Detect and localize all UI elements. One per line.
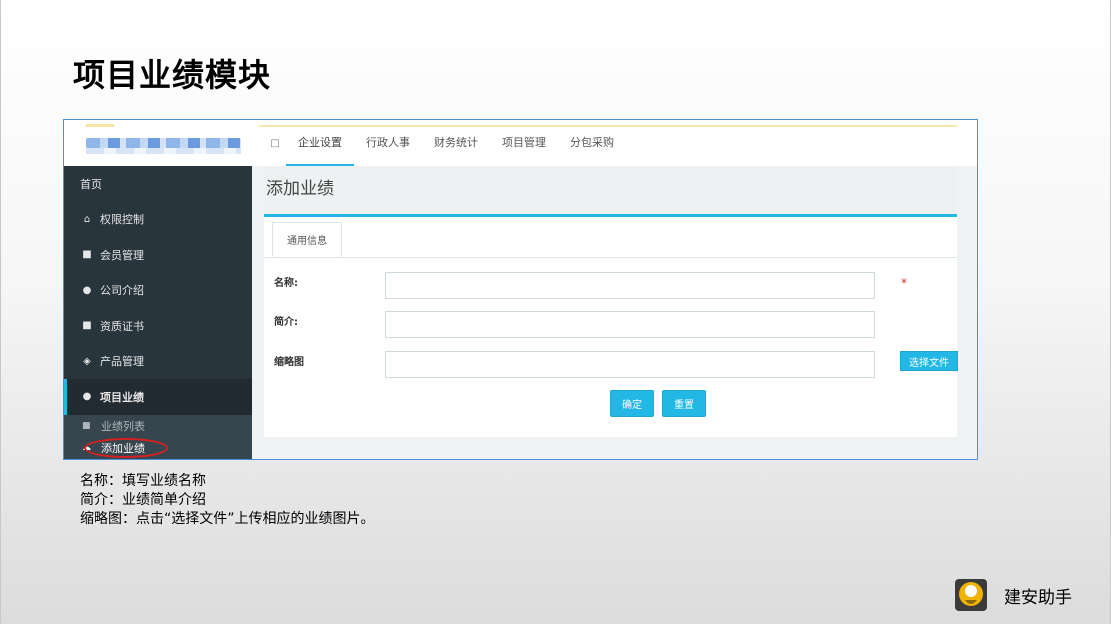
nav-item-hr[interactable]: 行政人事 [354,120,422,166]
tag-icon: ◈ [83,355,91,367]
square-icon[interactable]: □ [264,120,286,166]
comment-icon: ■ [82,320,92,332]
sidebar-item-label: 项目业绩 [100,390,144,404]
page-header: 添加业绩 [264,166,957,217]
sidebar-item-members[interactable]: ■ 会员管理 [64,237,252,273]
sidebar-subitem-label: 业绩列表 [101,419,145,433]
highlight-circle [84,438,168,458]
tab-general-info[interactable]: 通用信息 [272,222,342,257]
nav-item-procurement[interactable]: 分包采购 [558,120,626,166]
tab-bar: 通用信息 [264,217,957,258]
sidebar-item-label: 资质证书 [100,319,144,333]
nav-item-enterprise-settings[interactable]: 企业设置 [286,120,354,166]
note-line-thumbnail: 缩略图：点击“选择文件”上传相应的业绩图片。 [80,511,375,527]
required-mark: * [901,276,907,290]
top-bar: □ 企业设置 行政人事 财务统计 项目管理 分包采购 [64,120,977,166]
sidebar-item-company[interactable]: ● 公司介绍 [64,273,252,309]
sidebar-item-label: 权限控制 [100,213,144,227]
note-line-intro: 简介：业绩简单介绍 [80,492,206,508]
brand-logo-blurred [64,120,252,166]
comment-icon: ■ [82,420,91,431]
brand-name: 建安助手 [1004,588,1072,608]
sidebar: 首页 ⌂ 权限控制 ■ 会员管理 ● 公司介绍 ■ 资质证书 ◈ 产品管理 ● … [64,166,252,459]
note-line-name: 名称：填写业绩名称 [80,473,206,489]
sidebar-item-home[interactable]: 首页 [64,166,252,202]
page-title: 添加业绩 [266,179,334,199]
form-panel: 通用信息 名称: * 简介: 缩略图 选择文件 确定 重置 [264,217,958,437]
home-icon: ⌂ [83,213,91,225]
app-screenshot: □ 企业设置 行政人事 财务统计 项目管理 分包采购 首页 ⌂ 权限控制 ■ 会… [63,119,978,460]
reset-button[interactable]: 重置 [662,390,706,417]
sidebar-item-label: 会员管理 [100,248,144,262]
nav-item-finance[interactable]: 财务统计 [422,120,490,166]
confirm-button[interactable]: 确定 [610,390,654,417]
slide-notes: 名称：填写业绩名称 简介：业绩简单介绍 缩略图：点击“选择文件”上传相应的业绩图… [80,472,375,529]
top-nav: □ 企业设置 行政人事 财务统计 项目管理 分包采购 [264,120,626,166]
slide-title: 项目业绩模块 [73,56,272,94]
thumbnail-label: 缩略图 [274,357,304,368]
name-label: 名称: [274,278,298,289]
sidebar-item-label: 公司介绍 [100,284,144,298]
main-content: 添加业绩 通用信息 名称: * 简介: 缩略图 选择文件 确定 重置 [252,166,977,459]
form-actions: 确定 重置 [264,390,957,418]
sidebar-item-projects[interactable]: ● 项目业绩 [64,379,252,415]
sidebar-item-products[interactable]: ◈ 产品管理 [64,344,252,380]
form-row-name: 名称: * [264,272,957,300]
intro-label: 简介: [274,317,298,328]
lightbulb-icon: ● [82,284,92,296]
comment-icon: ■ [82,249,92,261]
name-input[interactable] [385,272,875,299]
brand-logo-icon [955,579,987,611]
form-row-thumbnail: 缩略图 选择文件 [264,351,958,379]
lightbulb-icon: ● [82,391,92,403]
intro-input[interactable] [385,311,875,338]
sidebar-item-permissions[interactable]: ⌂ 权限控制 [64,202,252,238]
thumbnail-input[interactable] [385,351,875,378]
form-row-intro: 简介: [264,311,957,339]
sidebar-subitem-list[interactable]: ■ 业绩列表 [64,415,252,437]
sidebar-item-certificates[interactable]: ■ 资质证书 [64,308,252,344]
choose-file-button[interactable]: 选择文件 [900,351,958,371]
nav-item-project[interactable]: 项目管理 [490,120,558,166]
sidebar-item-label: 首页 [80,177,102,191]
sidebar-item-label: 产品管理 [100,355,144,369]
